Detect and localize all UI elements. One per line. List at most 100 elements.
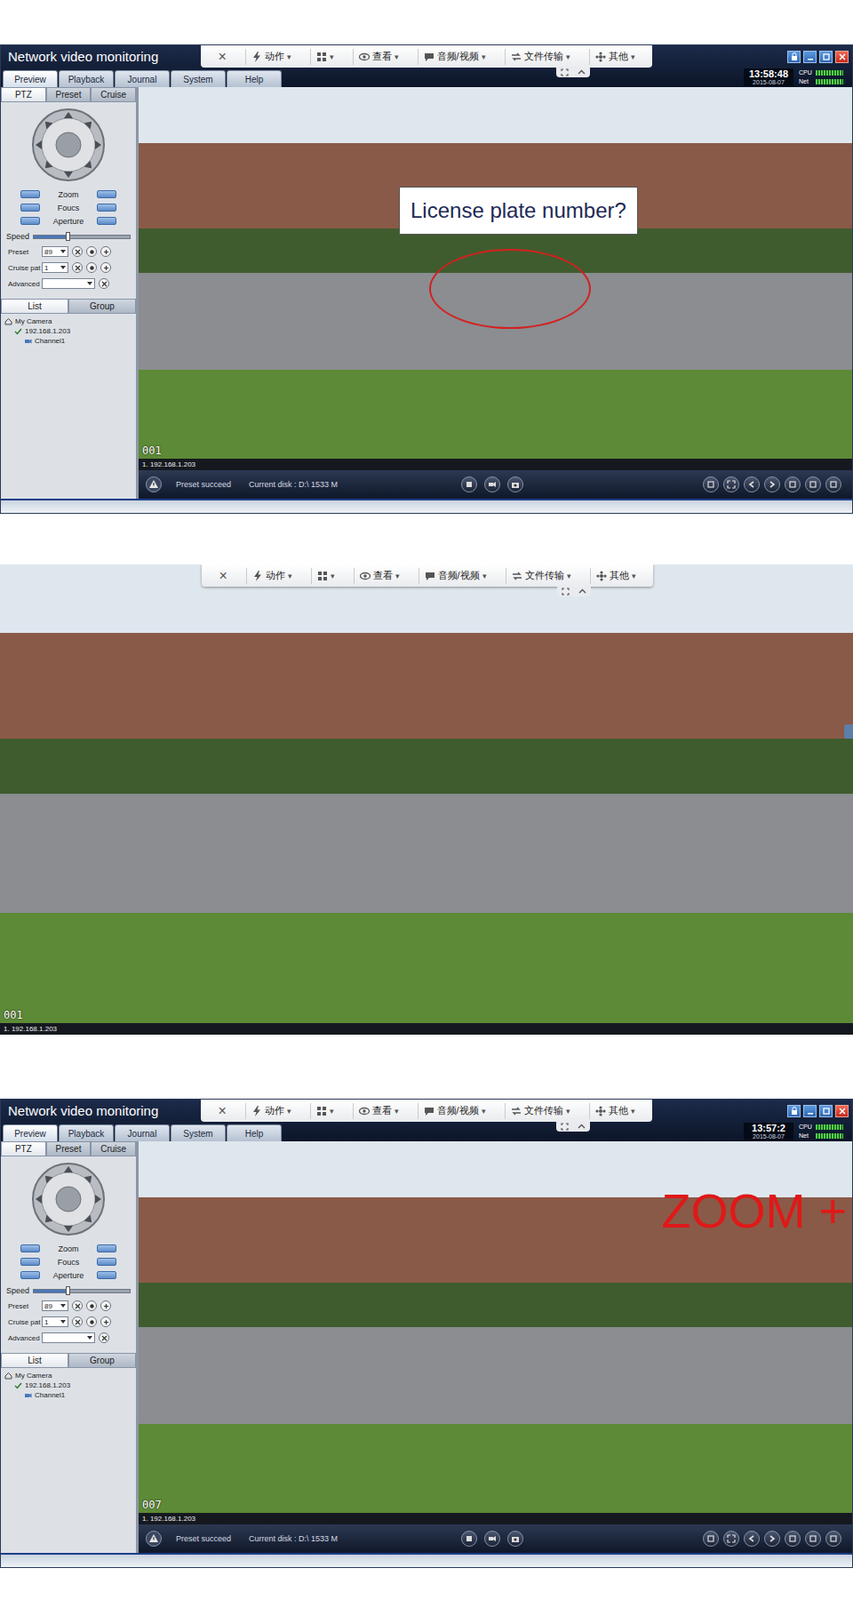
preset-select[interactable]: 89 xyxy=(41,1299,69,1311)
tree-node[interactable]: 192.168.1.203 xyxy=(0,326,136,336)
toolbar-menu[interactable]: 动作 ▾ xyxy=(246,567,298,584)
expand-icon[interactable] xyxy=(560,68,569,77)
tree-node[interactable]: 192.168.1.203 xyxy=(0,1379,136,1390)
sidebar-tab[interactable]: Preset xyxy=(46,1140,92,1156)
menu-tab[interactable]: Journal xyxy=(114,1124,170,1141)
video-frame[interactable]: ZOOM + 007 xyxy=(138,1140,853,1513)
toolbar-menu[interactable]: ▾ xyxy=(310,567,341,584)
toolbar-menu[interactable]: 文件传输 ▾ xyxy=(504,1102,576,1119)
toolbar-menu[interactable]: 查看 ▾ xyxy=(352,1102,405,1119)
round-button[interactable] xyxy=(100,1315,112,1327)
lens-plus-button[interactable] xyxy=(96,1257,117,1266)
cruise-select[interactable]: 1 xyxy=(41,1315,69,1327)
save-button[interactable] xyxy=(805,1530,822,1547)
close-button[interactable] xyxy=(835,1104,849,1117)
close-tab-button[interactable]: × xyxy=(212,47,232,66)
side-handle[interactable] xyxy=(844,724,853,739)
expand-icon[interactable] xyxy=(561,587,570,596)
advanced-select[interactable] xyxy=(41,1331,96,1343)
layout-button[interactable] xyxy=(702,476,719,493)
menu-tab[interactable]: Journal xyxy=(114,70,170,88)
menu-tab[interactable]: System xyxy=(170,70,226,88)
stop-button[interactable] xyxy=(461,1530,478,1547)
sidebar-tab[interactable]: Cruise xyxy=(90,87,136,103)
menu-tab[interactable]: System xyxy=(170,1124,226,1141)
sidebar-tab[interactable]: Preset xyxy=(46,87,92,103)
round-button[interactable] xyxy=(100,246,112,257)
speed-knob[interactable] xyxy=(65,231,71,241)
lock-button[interactable] xyxy=(787,50,801,64)
lens-plus-button[interactable] xyxy=(96,216,117,225)
fullscreen-button[interactable] xyxy=(723,476,740,493)
round-button[interactable] xyxy=(98,278,110,289)
lens-plus-button[interactable] xyxy=(96,1270,117,1279)
stop-button[interactable] xyxy=(461,476,478,493)
toolbar-menu[interactable]: 查看 ▾ xyxy=(352,48,405,65)
maximize-button[interactable] xyxy=(819,50,833,64)
close-tab-button[interactable]: × xyxy=(213,566,232,585)
speed-slider[interactable] xyxy=(32,1288,131,1293)
lens-minus-button[interactable] xyxy=(20,1270,40,1279)
round-button[interactable] xyxy=(86,246,97,257)
round-button[interactable] xyxy=(86,1299,97,1311)
snapshot-button[interactable] xyxy=(507,476,524,493)
tree-node[interactable]: My Camera xyxy=(0,1370,136,1380)
toolbar-menu[interactable]: ▾ xyxy=(310,1102,340,1119)
expand-icon[interactable] xyxy=(560,1122,569,1131)
tree-node[interactable]: Channel1 xyxy=(0,335,136,346)
round-button[interactable] xyxy=(98,1331,110,1343)
lens-plus-button[interactable] xyxy=(96,203,117,212)
record-button[interactable] xyxy=(484,476,501,493)
toolbar-menu[interactable]: 其他 ▾ xyxy=(589,1102,641,1119)
sidebar-tab[interactable]: PTZ xyxy=(0,87,47,103)
export-button[interactable] xyxy=(825,476,842,493)
list-tab[interactable]: Group xyxy=(68,298,136,314)
next-button[interactable] xyxy=(764,476,781,493)
toolbar-menu[interactable]: 其他 ▾ xyxy=(589,48,641,65)
toolbar-menu[interactable]: 音频/视频 ▾ xyxy=(417,1102,492,1119)
lens-minus-button[interactable] xyxy=(20,216,40,225)
save-button[interactable] xyxy=(805,476,822,493)
maximize-button[interactable] xyxy=(819,1104,833,1117)
ptz-joystick[interactable] xyxy=(0,1155,136,1242)
sidebar-tab[interactable]: PTZ xyxy=(0,1140,47,1156)
round-button[interactable] xyxy=(86,262,97,273)
toolbar-menu[interactable]: 动作 ▾ xyxy=(245,1102,297,1119)
minimize-button[interactable] xyxy=(803,50,817,64)
ptz-joystick[interactable] xyxy=(0,102,136,188)
record-button[interactable] xyxy=(484,1530,501,1547)
toolbar-menu[interactable]: 音频/视频 ▾ xyxy=(417,48,492,65)
toolbar-menu[interactable]: 文件传输 ▾ xyxy=(505,567,577,584)
menu-tab[interactable]: Help xyxy=(226,70,282,88)
round-button[interactable] xyxy=(71,1299,83,1311)
previous-button[interactable] xyxy=(743,476,760,493)
round-button[interactable] xyxy=(100,1299,112,1311)
snapshot-button[interactable] xyxy=(507,1530,524,1547)
window-button[interactable] xyxy=(784,476,801,493)
collapse-icon[interactable] xyxy=(577,68,586,77)
round-button[interactable] xyxy=(71,1315,83,1327)
lock-button[interactable] xyxy=(787,1104,801,1117)
list-tab[interactable]: List xyxy=(0,298,69,314)
minimize-button[interactable] xyxy=(803,1104,817,1117)
video-frame[interactable]: 001 xyxy=(0,564,853,1023)
export-button[interactable] xyxy=(825,1530,842,1547)
window-button[interactable] xyxy=(784,1530,801,1547)
menu-tab[interactable]: Preview xyxy=(2,1124,58,1141)
toolbar-menu[interactable]: 音频/视频 ▾ xyxy=(418,567,493,584)
collapse-icon[interactable] xyxy=(578,587,587,596)
toolbar-menu[interactable]: 文件传输 ▾ xyxy=(504,48,576,65)
menu-tab[interactable]: Playback xyxy=(58,70,114,88)
close-button[interactable] xyxy=(835,50,849,64)
lens-plus-button[interactable] xyxy=(96,1243,117,1252)
menu-tab[interactable]: Help xyxy=(226,1124,282,1141)
lens-minus-button[interactable] xyxy=(20,190,40,199)
sidebar-tab[interactable]: Cruise xyxy=(90,1140,136,1156)
toolbar-menu[interactable]: 其他 ▾ xyxy=(589,567,642,584)
cruise-select[interactable]: 1 xyxy=(41,262,69,273)
lens-minus-button[interactable] xyxy=(20,1243,40,1252)
toolbar-menu[interactable]: 查看 ▾ xyxy=(353,567,406,584)
toolbar-menu[interactable]: ▾ xyxy=(310,48,340,65)
video-frame[interactable]: License plate number? 001 xyxy=(138,87,853,459)
tree-node[interactable]: My Camera xyxy=(0,316,136,327)
